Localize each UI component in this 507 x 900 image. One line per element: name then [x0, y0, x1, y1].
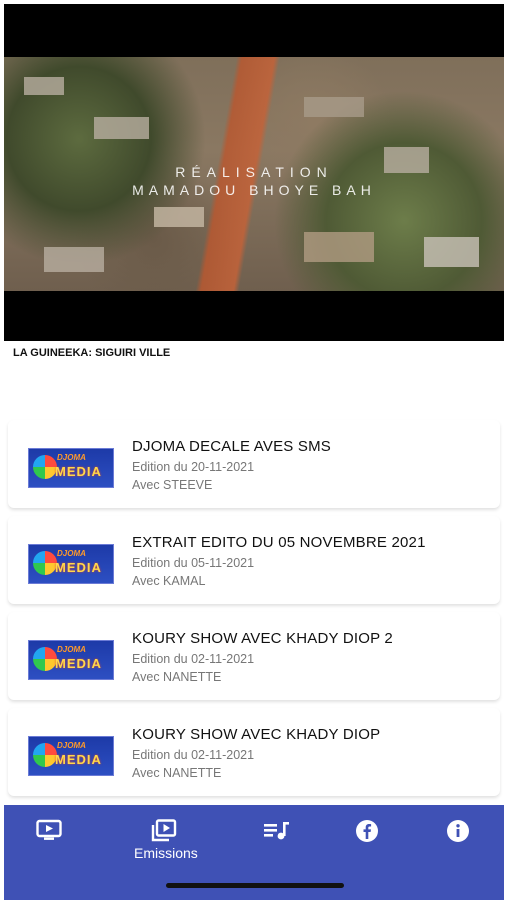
list-item[interactable]: DJOMA MEDIA DJOMA DECALE AVES SMS Editio…: [8, 420, 500, 508]
episode-date: Edition du 02-11-2021: [132, 652, 255, 666]
nav-tab-info[interactable]: [428, 819, 488, 843]
episode-host: Avec NANETTE: [132, 670, 222, 684]
video-caption-line1: RÉALISATION: [175, 164, 333, 180]
episode-title: KOURY SHOW AVEC KHADY DIOP: [132, 726, 381, 743]
episode-host: Avec NANETTE: [132, 766, 222, 780]
nav-tab-emissions[interactable]: Emissions: [134, 819, 198, 861]
djoma-media-logo: DJOMA MEDIA: [28, 736, 114, 776]
nav-tab-music[interactable]: [247, 819, 307, 841]
episode-list: DJOMA MEDIA DJOMA DECALE AVES SMS Editio…: [8, 420, 500, 804]
episode-title: EXTRAIT EDITO DU 05 NOVEMBRE 2021: [132, 534, 426, 551]
djoma-media-logo: DJOMA MEDIA: [28, 448, 114, 488]
list-item[interactable]: DJOMA MEDIA KOURY SHOW AVEC KHADY DIOP E…: [8, 708, 500, 796]
episode-date: Edition du 05-11-2021: [132, 556, 255, 570]
video-caption-line2: MAMADOU BHOYE BAH: [132, 182, 376, 198]
djoma-media-logo: DJOMA MEDIA: [28, 544, 114, 584]
list-item[interactable]: DJOMA MEDIA KOURY SHOW AVEC KHADY DIOP 2…: [8, 612, 500, 700]
nav-tab-tv[interactable]: [19, 819, 79, 841]
episode-title: DJOMA DECALE AVES SMS: [132, 438, 331, 455]
tv-icon: [36, 819, 62, 840]
episode-date: Edition du 02-11-2021: [132, 748, 255, 762]
home-indicator: [166, 883, 344, 888]
episode-title: KOURY SHOW AVEC KHADY DIOP 2: [132, 630, 393, 647]
video-frame: RÉALISATION MAMADOU BHOYE BAH: [4, 57, 504, 291]
list-item[interactable]: DJOMA MEDIA EXTRAIT EDITO DU 05 NOVEMBRE…: [8, 516, 500, 604]
info-icon: [447, 820, 469, 842]
video-title: LA GUINEEKA: SIGUIRI VILLE: [13, 347, 171, 359]
nav-label-emissions: Emissions: [134, 845, 198, 861]
facebook-icon: [356, 820, 378, 842]
djoma-media-logo: DJOMA MEDIA: [28, 640, 114, 680]
video-player[interactable]: RÉALISATION MAMADOU BHOYE BAH: [4, 4, 504, 341]
video-library-icon: [151, 819, 177, 842]
episode-host: Avec STEEVE: [132, 478, 213, 492]
episode-host: Avec KAMAL: [132, 574, 206, 588]
nav-tab-facebook[interactable]: [337, 819, 397, 843]
episode-date: Edition du 20-11-2021: [132, 460, 255, 474]
music-playlist-icon: [264, 822, 289, 840]
